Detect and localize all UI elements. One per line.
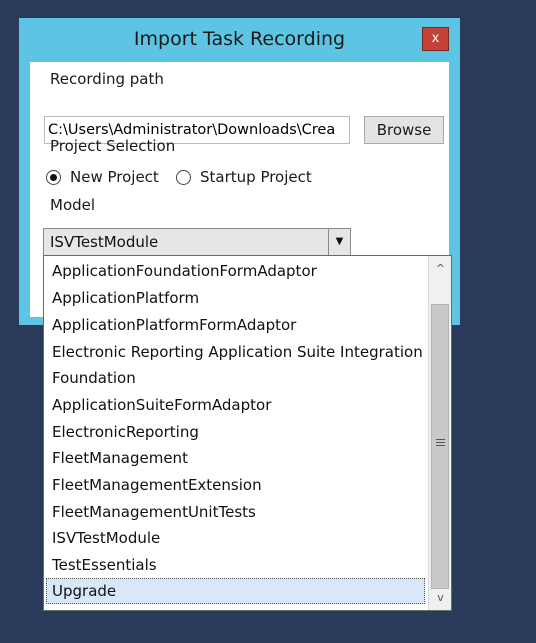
new-project-label[interactable]: New Project [70, 168, 159, 186]
list-item[interactable]: ApplicationPlatformFormAdaptor [46, 312, 425, 338]
list-item[interactable]: Electronic Reporting Application Suite I… [46, 339, 425, 365]
list-item[interactable]: ISVTestModule [46, 525, 425, 551]
model-options: ApplicationFoundationFormAdaptor Applica… [44, 256, 427, 610]
chevron-down-icon[interactable]: v [430, 587, 451, 609]
model-label: Model [50, 196, 96, 214]
list-item[interactable]: FleetManagement [46, 445, 425, 471]
model-dropdown-list[interactable]: ApplicationFoundationFormAdaptor Applica… [43, 255, 452, 611]
model-select[interactable]: ISVTestModule ▼ [43, 228, 351, 256]
list-item[interactable]: Foundation [46, 365, 425, 391]
chevron-up-icon[interactable]: ^ [430, 258, 451, 280]
scrollbar-thumb[interactable] [431, 304, 449, 589]
list-item[interactable]: ApplicationSuiteFormAdaptor [46, 392, 425, 418]
list-item-selected[interactable]: Upgrade [46, 578, 425, 604]
close-icon: x [431, 31, 440, 46]
list-item[interactable]: FleetManagementUnitTests [46, 499, 425, 525]
list-item[interactable]: ApplicationFoundationFormAdaptor [46, 258, 425, 284]
grip-icon [436, 439, 445, 448]
list-item[interactable]: ElectronicReporting [46, 419, 425, 445]
new-project-radio[interactable] [46, 170, 61, 185]
list-item[interactable]: FleetManagementExtension [46, 472, 425, 498]
dropdown-scrollbar[interactable]: ^ v [428, 256, 451, 610]
list-item[interactable]: TestEssentials [46, 552, 425, 578]
project-selection-label: Project Selection [50, 137, 176, 155]
startup-project-radio[interactable] [176, 170, 191, 185]
chevron-down-icon[interactable]: ▼ [328, 229, 350, 255]
browse-button[interactable]: Browse [364, 116, 444, 144]
startup-project-label[interactable]: Startup Project [200, 168, 312, 186]
recording-path-label: Recording path [50, 70, 164, 88]
list-item[interactable]: ApplicationPlatform [46, 285, 425, 311]
dialog-title: Import Task Recording [133, 28, 346, 50]
close-button[interactable]: x [422, 27, 449, 51]
model-selected-value: ISVTestModule [50, 233, 159, 251]
dialog-titlebar[interactable]: Import Task Recording x [19, 18, 460, 60]
